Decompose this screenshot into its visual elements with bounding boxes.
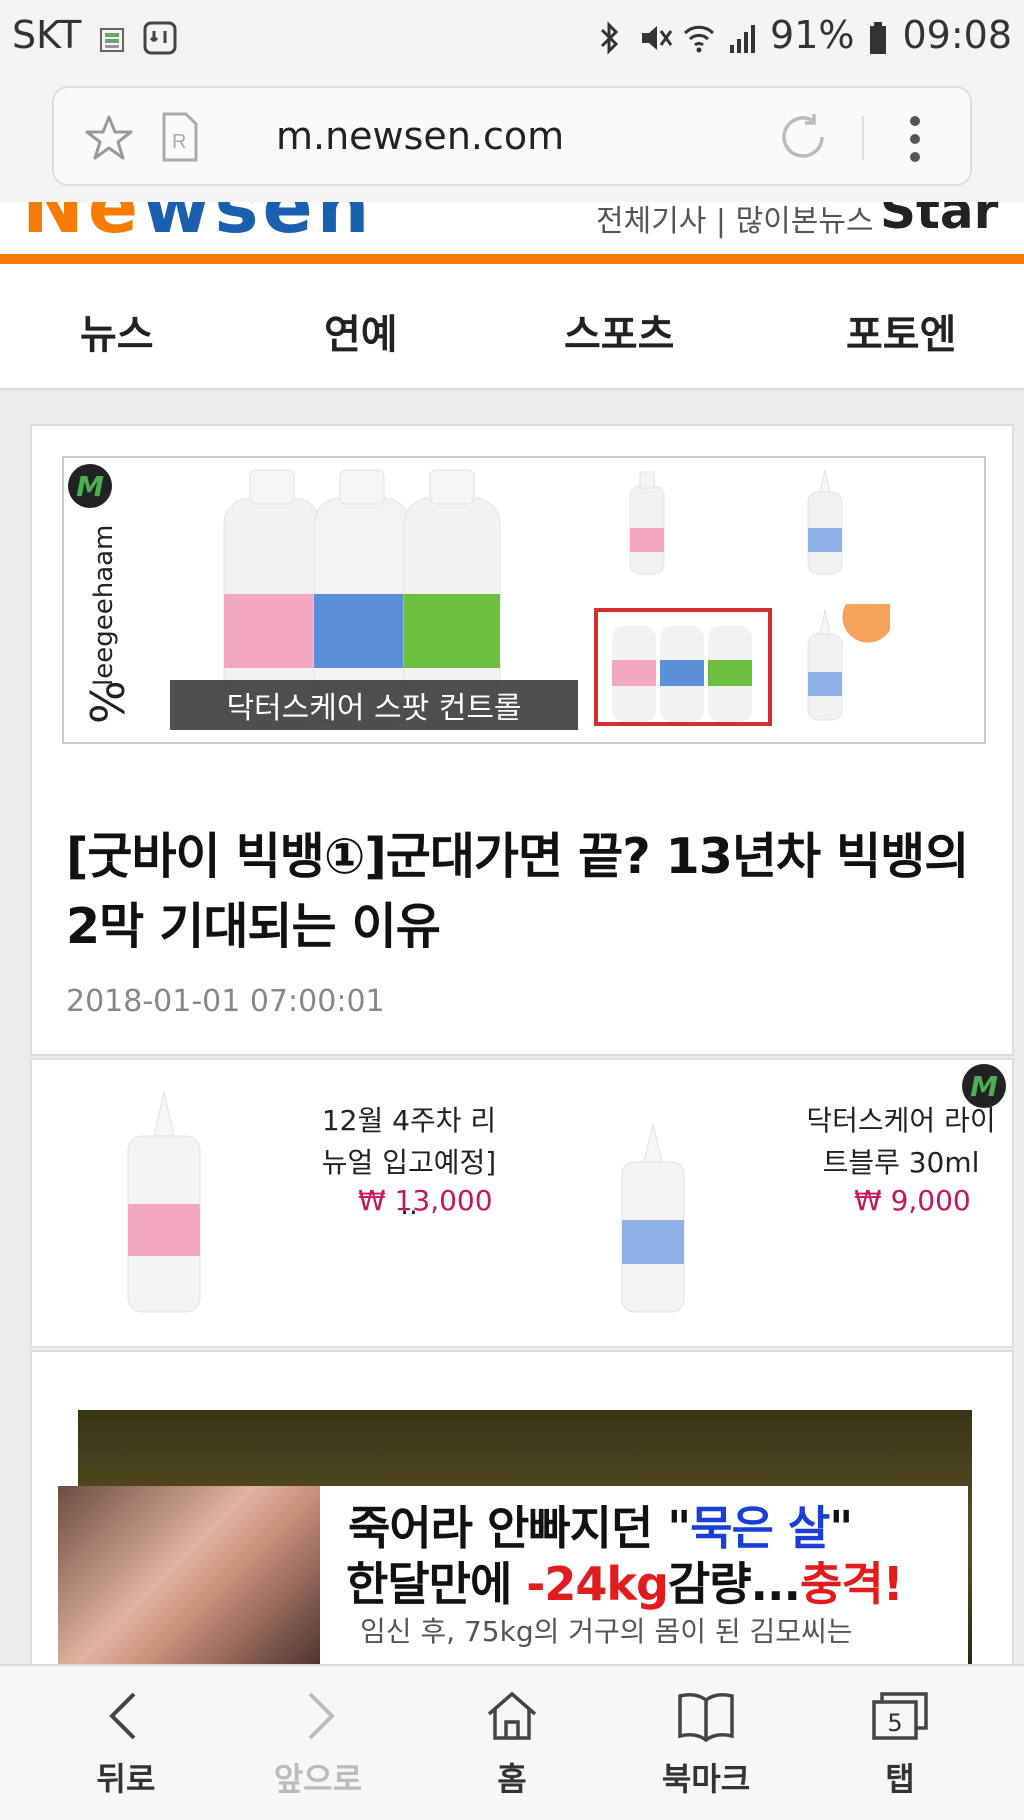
sim-icon <box>97 20 127 52</box>
product-image-pink[interactable] <box>124 1086 204 1316</box>
ad-photo <box>58 1486 320 1664</box>
ad-headline-line2: 한달만에 -24kg감량...충격! <box>346 1557 904 1611</box>
address-bar[interactable]: R m.newsen.com <box>52 86 972 186</box>
site-header: Newsen 전체기사 | 많이본뉴스 Star <box>0 202 1024 262</box>
article-card: M leegeehaam % 닥터스케어 스팟 컨트롤 [굿바이 빅뱅①]군대가… <box>30 424 1014 1056</box>
ad-badge: M <box>962 1064 1006 1108</box>
signal-icon <box>726 20 756 53</box>
main-nav: 뉴스 연예 스포츠 포토엔 <box>0 264 1024 390</box>
bookmarks-button[interactable]: 북마크 <box>636 1690 776 1800</box>
reload-icon[interactable] <box>776 110 830 168</box>
wifi-icon <box>682 20 715 53</box>
article-date: 2018-01-01 07:00:01 <box>66 984 385 1019</box>
battery-icon <box>868 20 888 54</box>
battery-percent: 91% <box>770 13 855 57</box>
browser-bottom-bar: 뒤로 앞으로 홈 북마크 5 탭 <box>0 1664 1024 1820</box>
back-button[interactable]: 뒤로 <box>56 1690 196 1800</box>
status-bar: SKT 91% 09:08 <box>0 0 1024 70</box>
svg-text:%: % <box>81 680 134 724</box>
carrier-label: SKT <box>12 13 82 57</box>
reader-icon[interactable]: R <box>160 110 200 168</box>
article-headline[interactable]: [굿바이 빅뱅①]군대가면 끝? 13년차 빅뱅의 2막 기대되는 이유 <box>66 822 996 962</box>
download-icon <box>143 20 177 55</box>
bookmarks-icon <box>678 1693 734 1742</box>
bluetooth-icon <box>594 20 624 55</box>
ad-thumbnail-1[interactable] <box>602 468 692 578</box>
toolbar-divider <box>862 116 864 160</box>
svg-text:leegeehaam: leegeehaam <box>89 525 119 686</box>
bookmarks-label: 북마크 <box>661 1760 751 1798</box>
product-name[interactable]: 닥터스케어 라이트블루 30ml <box>806 1100 996 1184</box>
mute-icon <box>638 20 673 50</box>
ad-body-text: 임신 후, 75kg의 거구의 몸이 된 김모씨는 <box>360 1615 853 1648</box>
floating-ad[interactable]: 죽어라 안빠지던 "묵은 살" 한달만에 -24kg감량...충격! 임신 후,… <box>58 1486 968 1664</box>
svg-text:5: 5 <box>887 1709 902 1737</box>
ad-thumbnail-4[interactable] <box>780 604 890 724</box>
nav-item-sports[interactable]: 스포츠 <box>564 302 674 360</box>
clock: 09:08 <box>902 13 1012 57</box>
more-icon[interactable] <box>908 114 922 168</box>
ad-caption: 닥터스케어 스팟 컨트롤 <box>170 680 578 730</box>
home-icon <box>487 1691 537 1740</box>
back-label: 뒤로 <box>96 1760 156 1798</box>
home-label: 홈 <box>497 1760 527 1798</box>
header-star-link[interactable]: Star <box>880 202 998 240</box>
browser-toolbar: R m.newsen.com <box>0 70 1024 202</box>
product-price: ₩ 9,000 <box>854 1184 971 1217</box>
back-icon <box>109 1692 136 1740</box>
bookmark-star-icon[interactable] <box>84 114 134 166</box>
nav-item-photo[interactable]: 포토엔 <box>846 302 956 360</box>
tabs-label: 탭 <box>885 1760 915 1798</box>
svg-text:R: R <box>172 131 186 153</box>
product-image-blue[interactable] <box>618 1116 688 1316</box>
ad-thumbnail-2[interactable] <box>780 468 870 578</box>
home-button[interactable]: 홈 <box>442 1690 582 1800</box>
product-ad-row: 12월 4주차 리뉴얼 입고예정] .. ₩ 13,000 닥터스케어 라이트블… <box>30 1058 1014 1348</box>
ad-thumbnail-selected[interactable] <box>594 608 772 726</box>
site-logo[interactable]: Newsen <box>22 202 373 250</box>
forward-icon <box>308 1692 335 1740</box>
nav-item-news[interactable]: 뉴스 <box>80 302 154 360</box>
header-divider <box>0 254 1024 264</box>
header-links[interactable]: 전체기사 | 많이본뉴스 <box>596 202 874 240</box>
ad-banner[interactable]: M leegeehaam % 닥터스케어 스팟 컨트롤 <box>62 456 986 744</box>
brand-logo: leegeehaam % <box>74 498 135 728</box>
product-price: ₩ 13,000 <box>358 1184 493 1217</box>
nav-item-entertainment[interactable]: 연예 <box>324 302 398 360</box>
forward-label: 앞으로 <box>273 1760 363 1798</box>
forward-button[interactable]: 앞으로 <box>248 1690 388 1800</box>
tabs-icon: 5 <box>872 1692 928 1740</box>
tabs-button[interactable]: 5 탭 <box>830 1690 970 1800</box>
url-text[interactable]: m.newsen.com <box>276 114 564 158</box>
